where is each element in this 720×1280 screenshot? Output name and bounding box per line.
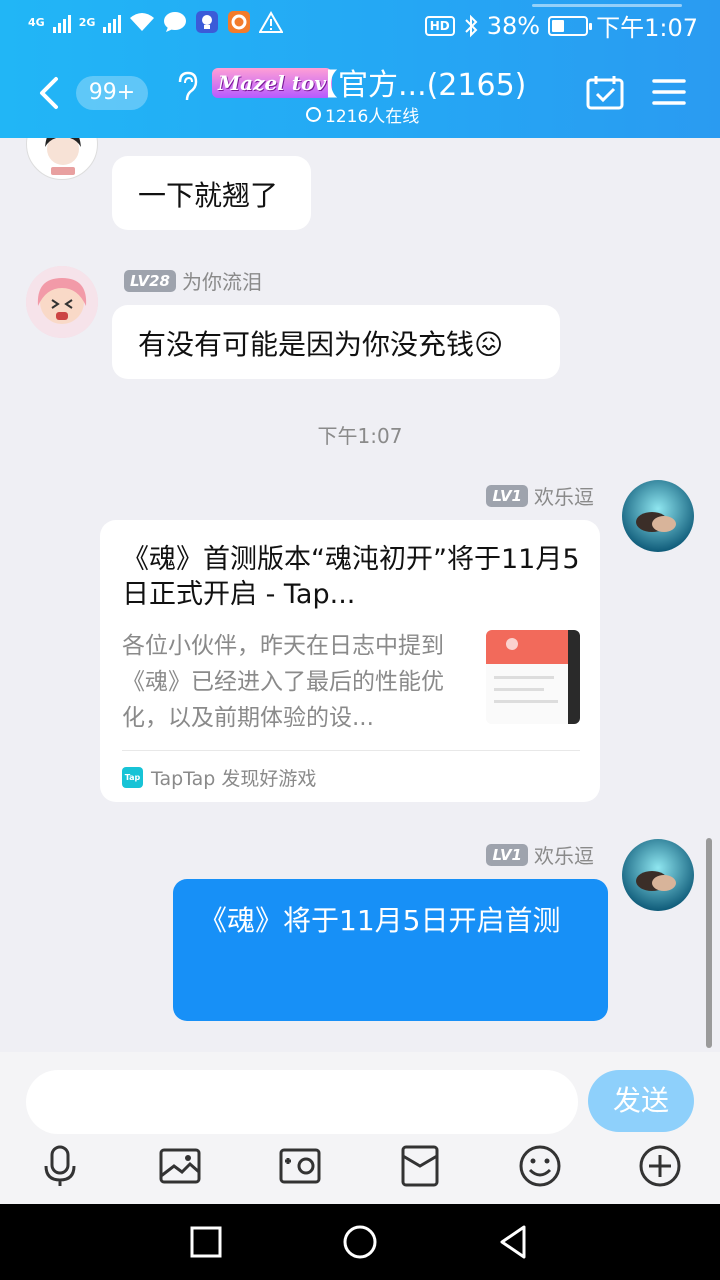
level-badge: LV28 bbox=[124, 269, 176, 292]
message-text: 有没有可能是因为你没充钱😖 bbox=[138, 328, 504, 361]
sign-in-calendar-icon[interactable] bbox=[586, 74, 624, 110]
app-notification-icon bbox=[228, 11, 251, 33]
card-source-text: TapTap 发现好游戏 bbox=[151, 768, 317, 790]
chat-header: 99+ Mazel tov 【官方...(2165) 1216人在线 bbox=[0, 50, 720, 138]
taptap-icon: Tap bbox=[122, 767, 143, 788]
online-count: 1216人在线 bbox=[306, 102, 419, 127]
status-bar: 4G 2G HD 38% 下午1:07 bbox=[0, 0, 720, 50]
chat-area[interactable]: 一下就翘了 LV28 为你流泪 有没有可能是因为你没充钱😖 下午1:07 LV1… bbox=[0, 138, 720, 1052]
battery-percent: 38% bbox=[486, 11, 541, 40]
level-badge: LV1 bbox=[486, 484, 528, 507]
card-description: 各位小伙伴，昨天在日志中提到《魂》已经进入了最后的性能优化，以及前期体验的设..… bbox=[122, 633, 444, 731]
card-source: Tap TapTap 发现好游戏 bbox=[122, 764, 316, 791]
home-icon[interactable] bbox=[342, 1224, 378, 1260]
hd-icon: HD bbox=[424, 15, 455, 36]
card-thumbnail bbox=[486, 630, 580, 724]
input-bar: 发送 bbox=[0, 1052, 720, 1204]
signal-icon bbox=[52, 11, 71, 33]
message-text: 《魂》将于11月5日开启首测 bbox=[199, 904, 561, 937]
notification-indicator bbox=[532, 4, 682, 7]
sender-info: LV1 欢乐逗 bbox=[486, 840, 594, 869]
message-bubble[interactable]: 有没有可能是因为你没充钱😖 bbox=[112, 305, 560, 379]
card-title: 《魂》首测版本“魂沌初开”将于11月5日正式开启 - Tap... bbox=[122, 544, 580, 610]
input-toolbar bbox=[0, 1144, 720, 1200]
avatar[interactable] bbox=[26, 138, 98, 180]
signal-icon-2 bbox=[103, 11, 122, 33]
sender-name[interactable]: 欢乐逗 bbox=[534, 840, 594, 869]
online-icon bbox=[306, 107, 321, 122]
sender-info: LV28 为你流泪 bbox=[124, 266, 262, 295]
message-text: 一下就翘了 bbox=[138, 179, 279, 212]
link-card[interactable]: 《魂》首测版本“魂沌初开”将于11月5日正式开启 - Tap... 各位小伙伴，… bbox=[100, 520, 600, 802]
camera-icon[interactable] bbox=[278, 1144, 322, 1188]
tips-notification-icon bbox=[196, 11, 219, 33]
warning-icon bbox=[259, 11, 284, 33]
online-count-text: 1216人在线 bbox=[325, 107, 420, 127]
ear-mode-icon[interactable] bbox=[174, 70, 200, 104]
scrollbar[interactable] bbox=[706, 838, 712, 1048]
message-bubble-self[interactable]: 《魂》将于11月5日开启首测 bbox=[173, 879, 608, 1021]
message-input[interactable] bbox=[26, 1070, 578, 1134]
battery-icon bbox=[548, 15, 593, 36]
network-type-1: 4G bbox=[28, 15, 45, 29]
plus-icon[interactable] bbox=[638, 1144, 682, 1188]
system-navigation-bar bbox=[0, 1204, 720, 1280]
sender-name[interactable]: 为你流泪 bbox=[182, 266, 262, 295]
back-icon[interactable] bbox=[496, 1224, 532, 1260]
sender-name[interactable]: 欢乐逗 bbox=[534, 481, 594, 510]
level-badge: LV1 bbox=[486, 843, 528, 866]
microphone-icon[interactable] bbox=[38, 1144, 82, 1188]
card-divider bbox=[122, 750, 580, 751]
emoji-icon[interactable] bbox=[518, 1144, 562, 1188]
group-title[interactable]: 【官方...(2165) bbox=[308, 60, 526, 104]
network-type-2: 2G bbox=[78, 15, 96, 29]
wifi-icon bbox=[130, 13, 155, 31]
avatar[interactable] bbox=[26, 266, 98, 338]
avatar[interactable] bbox=[622, 480, 694, 552]
clock: 下午1:07 bbox=[596, 14, 698, 42]
timestamp: 下午1:07 bbox=[317, 424, 403, 448]
chat-notification-icon bbox=[164, 12, 187, 32]
menu-icon[interactable] bbox=[652, 78, 686, 106]
top-bar: 4G 2G HD 38% 下午1:07 99+ Mazel tov 【官方...… bbox=[0, 0, 720, 138]
message-bubble[interactable]: 一下就翘了 bbox=[112, 156, 311, 230]
picture-icon[interactable] bbox=[158, 1144, 202, 1188]
bluetooth-icon bbox=[465, 14, 478, 37]
unread-badge[interactable]: 99+ bbox=[76, 76, 148, 110]
send-button[interactable]: 发送 bbox=[588, 1070, 694, 1132]
sender-info: LV1 欢乐逗 bbox=[486, 481, 594, 510]
avatar[interactable] bbox=[622, 839, 694, 911]
recent-apps-icon[interactable] bbox=[188, 1224, 224, 1260]
red-packet-icon[interactable] bbox=[398, 1144, 442, 1188]
back-arrow-icon[interactable] bbox=[36, 76, 64, 110]
